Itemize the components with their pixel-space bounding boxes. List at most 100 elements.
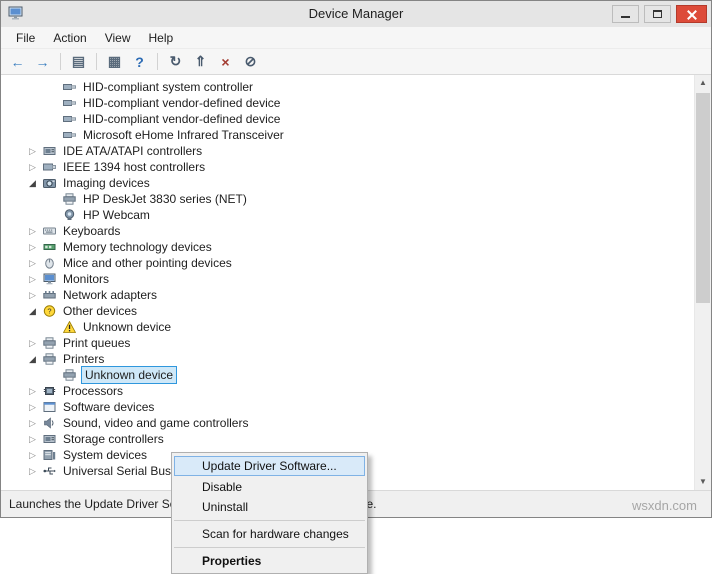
close-button[interactable] <box>676 5 707 23</box>
keyboard-icon <box>43 225 58 237</box>
expand-arrow-icon[interactable]: ▷ <box>29 383 43 399</box>
window-title: Device Manager <box>1 1 711 27</box>
other-device-icon: ? <box>43 305 58 317</box>
title-bar: Device Manager <box>1 1 711 27</box>
sound-icon <box>43 417 58 429</box>
tree-item[interactable]: ▷ Memory technology devices <box>1 239 694 255</box>
tree-item[interactable]: Microsoft eHome Infrared Transceiver <box>1 127 694 143</box>
tree-item[interactable]: ◢ Imaging devices <box>1 175 694 191</box>
ieee1394-icon <box>43 161 58 173</box>
collapse-arrow-icon[interactable]: ◢ <box>29 351 43 367</box>
tree-item[interactable]: ▷ Sound, video and game controllers <box>1 415 694 431</box>
mouse-icon <box>43 257 58 269</box>
tree-item[interactable]: ▷ Print queues <box>1 335 694 351</box>
toolbar-separator <box>157 53 158 70</box>
device-tree: HID-compliant system controllerHID-compl… <box>1 75 694 490</box>
device-manager-window: Device Manager File Action View Help ←→ ▤… <box>0 0 712 518</box>
tree-item[interactable]: HP DeskJet 3830 series (NET) <box>1 191 694 207</box>
tree-item[interactable]: ▷IDE ATA/ATAPI controllers <box>1 143 694 159</box>
back-button[interactable]: ← <box>6 51 29 72</box>
tree-item-label: Print queues <box>61 335 132 351</box>
scrollbar-thumb[interactable] <box>696 93 710 303</box>
tree-item[interactable]: ◢?Other devices <box>1 303 694 319</box>
expand-arrow-icon[interactable]: ▷ <box>29 143 43 159</box>
webcam-icon <box>63 209 78 221</box>
expand-arrow-icon[interactable]: ▷ <box>29 415 43 431</box>
context-menu-item-scan-for-hardware-changes[interactable]: Scan for hardware changes <box>172 524 367 544</box>
minimize-button[interactable] <box>612 5 639 23</box>
selected-tree-item-label: Unknown device <box>81 366 177 384</box>
storage-controller-icon <box>43 433 58 445</box>
imaging-device-icon <box>43 177 58 189</box>
expand-arrow-icon[interactable]: ▷ <box>29 447 43 463</box>
context-menu-item-disable[interactable]: Disable <box>172 477 367 497</box>
expand-arrow-icon[interactable]: ▷ <box>29 223 43 239</box>
tree-item[interactable]: ▷Monitors <box>1 271 694 287</box>
expand-arrow-icon[interactable]: ▷ <box>29 431 43 447</box>
menu-help[interactable]: Help <box>140 28 183 48</box>
expand-arrow-icon[interactable]: ▷ <box>29 159 43 175</box>
tree-item[interactable]: ▷ IEEE 1394 host controllers <box>1 159 694 175</box>
tree-item-label: Storage controllers <box>61 431 166 447</box>
tree-item[interactable]: HID-compliant vendor-defined device <box>1 95 694 111</box>
tree-item-label: Software devices <box>61 399 156 415</box>
tree-item[interactable]: ◢Printers <box>1 351 694 367</box>
collapse-arrow-icon[interactable]: ◢ <box>29 175 43 191</box>
context-menu-item-update-driver-software[interactable]: Update Driver Software... <box>174 456 365 476</box>
tree-item-label: Keyboards <box>61 223 122 239</box>
collapse-arrow-icon[interactable]: ◢ <box>29 303 43 319</box>
expand-arrow-icon[interactable]: ▷ <box>29 399 43 415</box>
uninstall-button[interactable]: × <box>214 51 237 72</box>
tree-item[interactable]: ▷ Software devices <box>1 399 694 415</box>
svg-text:?: ? <box>47 307 51 316</box>
expand-arrow-icon[interactable]: ▷ <box>29 287 43 303</box>
monitor-icon <box>43 273 58 285</box>
scroll-down-button[interactable]: ▼ <box>695 474 711 490</box>
usb-icon <box>43 465 58 477</box>
tree-item[interactable]: HID-compliant vendor-defined device <box>1 111 694 127</box>
tree-item-label: Unknown device <box>81 319 173 335</box>
scan-hardware-changes-button[interactable]: ↻ <box>164 51 187 72</box>
tree-item[interactable]: ▷Processors <box>1 383 694 399</box>
processor-icon <box>43 385 58 397</box>
menu-bar: File Action View Help <box>1 27 711 49</box>
toolbar-separator <box>60 53 61 70</box>
expand-arrow-icon[interactable]: ▷ <box>29 335 43 351</box>
printer-icon <box>43 337 58 349</box>
maximize-button[interactable] <box>644 5 671 23</box>
menu-action[interactable]: Action <box>44 28 95 48</box>
disable-button[interactable]: ⊘ <box>239 51 262 72</box>
help-button[interactable]: ? <box>128 51 151 72</box>
expand-arrow-icon[interactable]: ▷ <box>29 463 43 479</box>
context-menu-separator <box>174 547 365 548</box>
scroll-up-button[interactable]: ▲ <box>695 75 711 91</box>
expand-arrow-icon[interactable]: ▷ <box>29 255 43 271</box>
context-menu-item-properties[interactable]: Properties <box>172 551 367 571</box>
tree-item-label: Microsoft eHome Infrared Transceiver <box>81 127 286 143</box>
tree-item-label: Sound, video and game controllers <box>61 415 250 431</box>
tree-item[interactable]: ▷ Keyboards <box>1 223 694 239</box>
tree-item[interactable]: Unknown device <box>1 367 694 383</box>
context-menu: Update Driver Software...DisableUninstal… <box>171 452 368 574</box>
update-driver-software-button[interactable]: ⇑ <box>189 51 212 72</box>
tree-item[interactable]: Unknown device <box>1 319 694 335</box>
tree-item[interactable]: HP Webcam <box>1 207 694 223</box>
tree-item-label: Imaging devices <box>61 175 152 191</box>
context-menu-item-uninstall[interactable]: Uninstall <box>172 497 367 517</box>
tree-item[interactable]: ▷Mice and other pointing devices <box>1 255 694 271</box>
tree-item-label: IEEE 1394 host controllers <box>61 159 207 175</box>
network-adapter-icon <box>43 289 58 301</box>
vertical-scrollbar[interactable]: ▲ ▼ <box>694 75 711 490</box>
menu-file[interactable]: File <box>7 28 44 48</box>
tree-item[interactable]: ▷ Storage controllers <box>1 431 694 447</box>
tree-item[interactable]: ▷Network adapters <box>1 287 694 303</box>
tree-item-label: Memory technology devices <box>61 239 214 255</box>
tree-item[interactable]: HID-compliant system controller <box>1 79 694 95</box>
properties-button[interactable]: ▦ <box>103 51 126 72</box>
forward-button[interactable]: → <box>31 51 54 72</box>
toolbar: ←→ ▤ ▦? ↻⇑×⊘ <box>1 49 711 75</box>
expand-arrow-icon[interactable]: ▷ <box>29 239 43 255</box>
expand-arrow-icon[interactable]: ▷ <box>29 271 43 287</box>
menu-view[interactable]: View <box>96 28 140 48</box>
show-console-tree-button[interactable]: ▤ <box>67 51 90 72</box>
